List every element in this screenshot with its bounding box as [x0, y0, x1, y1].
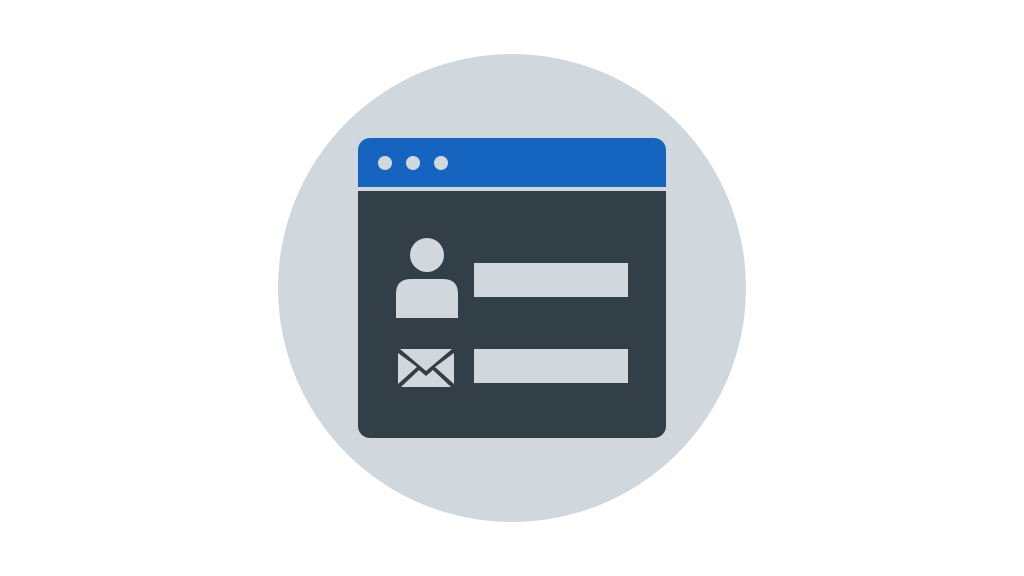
email-field-placeholder — [474, 349, 628, 383]
browser-window-illustration — [358, 138, 666, 438]
window-control-dot — [434, 156, 448, 170]
user-icon — [396, 238, 458, 318]
illustration-stage — [0, 0, 1024, 576]
window-titlebar — [358, 138, 666, 187]
mail-icon — [398, 349, 454, 387]
window-control-dot — [378, 156, 392, 170]
window-body — [358, 191, 666, 438]
window-control-dot — [406, 156, 420, 170]
name-field-placeholder — [474, 263, 628, 297]
